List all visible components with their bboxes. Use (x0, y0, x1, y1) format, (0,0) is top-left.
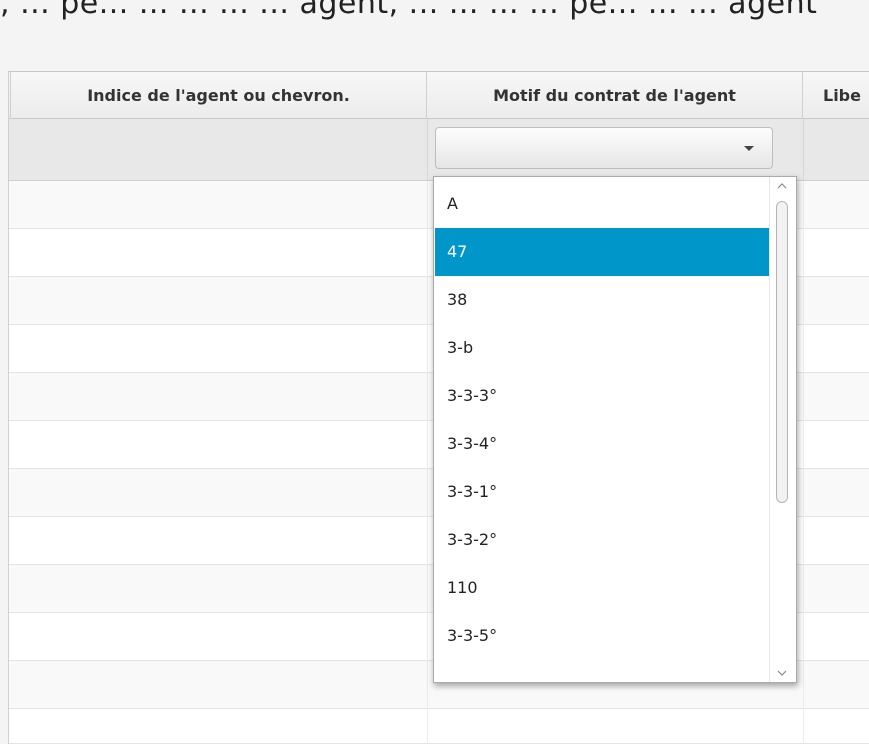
column-header-libelle[interactable]: Libe (803, 72, 869, 119)
scrollbar-thumb[interactable] (776, 201, 788, 503)
chevron-down-icon[interactable] (777, 668, 787, 678)
dropdown-option[interactable]: 38 (435, 276, 770, 324)
dropdown-option-selected[interactable]: 47 (435, 228, 770, 276)
dropdown-option[interactable]: 110 (435, 564, 770, 612)
motif-filter-combobox[interactable] (435, 127, 773, 169)
dropdown-option[interactable]: A (435, 180, 770, 228)
table-header: Indice de l'agent ou chevron. Motif du c… (9, 71, 869, 119)
filter-divider (803, 119, 804, 180)
filter-divider (427, 119, 428, 180)
dropdown-option[interactable]: 3-3-1° (435, 468, 770, 516)
chevron-down-icon[interactable] (744, 146, 754, 151)
column-header-indice[interactable]: Indice de l'agent ou chevron. (11, 72, 427, 119)
dropdown-option[interactable]: 3-3-3° (435, 372, 770, 420)
filter-row (9, 119, 869, 181)
chevron-up-icon[interactable] (777, 181, 787, 191)
dropdown-option[interactable]: 3-3-5° (435, 612, 770, 660)
top-clipped-text: , ... pe... ... ... ... ... agent, ... .… (0, 0, 818, 21)
dropdown-scrollbar[interactable] (769, 177, 796, 682)
dropdown-option[interactable]: 3-3-2° (435, 516, 770, 564)
column-header-motif[interactable]: Motif du contrat de l'agent (427, 72, 803, 119)
dropdown-option[interactable]: 3-3-4° (435, 420, 770, 468)
app-window: , ... pe... ... ... ... ... agent, ... .… (0, 0, 869, 744)
motif-dropdown-list[interactable]: A 47 38 3-b 3-3-3° 3-3-4° 3-3-1° 3-3-2° … (433, 176, 797, 683)
table-row[interactable] (9, 709, 869, 744)
dropdown-option[interactable]: 3-b (435, 324, 770, 372)
